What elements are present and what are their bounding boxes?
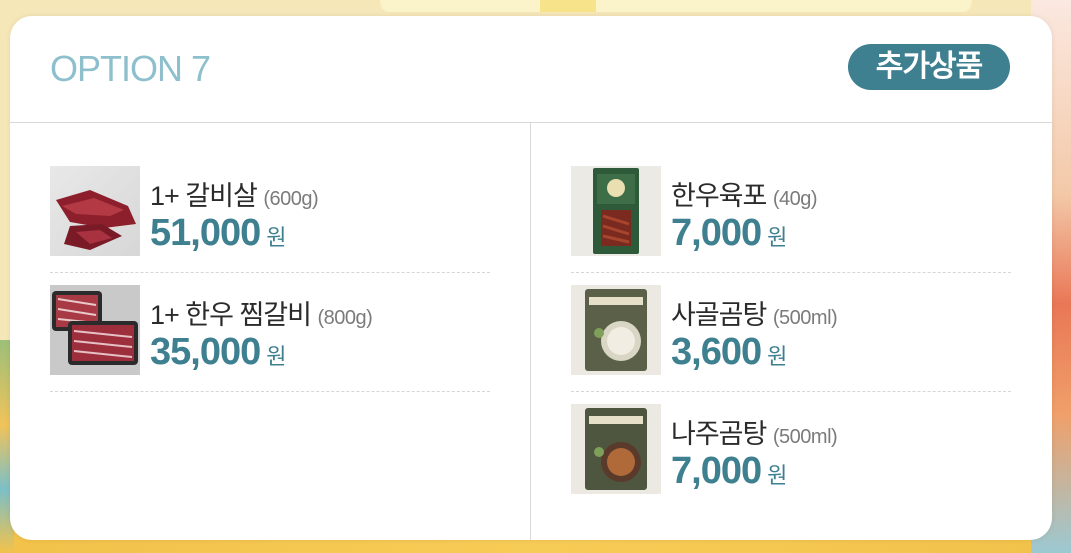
product-qty: (600g) <box>263 188 319 210</box>
product-name: 나주곰탕 (500ml) <box>671 419 838 449</box>
beef-rib-meat-image <box>50 166 140 256</box>
product-qty: (40g) <box>772 188 818 210</box>
additional-products-badge: 추가상품 <box>848 44 1010 90</box>
bone-soup-pouch-image <box>571 285 661 375</box>
naju-soup-pouch-image <box>571 404 661 494</box>
option-card: OPTION 7 추가상품 1+ 갈비살 (600g) 51,000 원 1+ … <box>10 16 1052 540</box>
background-top-strip <box>380 0 972 12</box>
item-separator <box>50 391 490 392</box>
product-item[interactable]: 사골곰탕 (500ml) 3,600 원 <box>571 257 1011 392</box>
beef-jerky-package-image <box>571 166 661 256</box>
price-unit: 원 <box>767 344 787 369</box>
product-name: 사골곰탕 (500ml) <box>671 300 838 330</box>
column-divider <box>530 122 531 540</box>
product-item[interactable]: 나주곰탕 (500ml) 7,000 원 <box>571 376 1011 495</box>
product-name: 1+ 한우 찜갈비 (800g) <box>150 300 373 330</box>
product-price: 35,000 원 <box>150 331 286 373</box>
product-price: 7,000 원 <box>671 212 787 254</box>
price-unit: 원 <box>767 225 787 250</box>
product-name: 한우육포 (40g) <box>671 181 818 211</box>
price-unit: 원 <box>767 463 787 488</box>
product-item[interactable]: 한우육포 (40g) 7,000 원 <box>571 138 1011 273</box>
braised-short-ribs-image <box>50 285 140 375</box>
product-qty: (800g) <box>317 307 373 329</box>
option-title: OPTION 7 <box>50 48 211 89</box>
product-name: 1+ 갈비살 (600g) <box>150 181 319 211</box>
background-top-mark <box>540 0 596 12</box>
price-unit: 원 <box>266 225 286 250</box>
product-qty: (500ml) <box>772 426 838 448</box>
product-item[interactable]: 1+ 한우 찜갈비 (800g) 35,000 원 <box>50 257 490 392</box>
price-unit: 원 <box>266 344 286 369</box>
product-price: 7,000 원 <box>671 450 787 492</box>
product-price: 51,000 원 <box>150 212 286 254</box>
product-price: 3,600 원 <box>671 331 787 373</box>
product-qty: (500ml) <box>772 307 838 329</box>
header-divider <box>10 122 1052 123</box>
product-item[interactable]: 1+ 갈비살 (600g) 51,000 원 <box>50 138 490 273</box>
